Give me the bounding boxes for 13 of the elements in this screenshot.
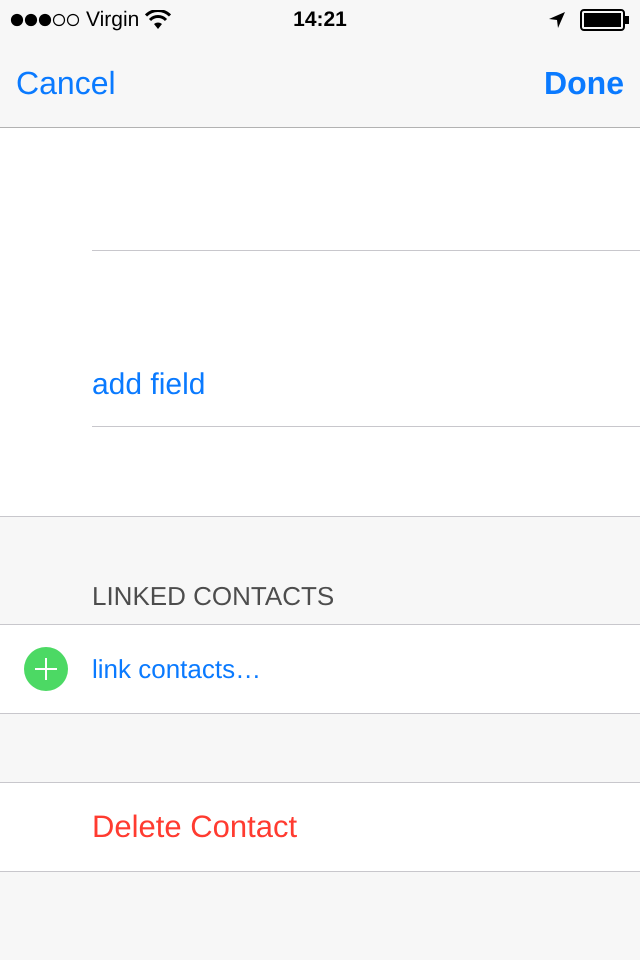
done-button[interactable]: Done	[544, 65, 624, 102]
signal-strength-icon	[10, 13, 80, 27]
link-contacts-button[interactable]: link contacts…	[92, 654, 262, 684]
delete-contact-button[interactable]: Delete Contact	[92, 809, 298, 845]
battery-icon	[580, 9, 630, 31]
clock-time: 14:21	[293, 8, 347, 32]
location-arrow-icon	[548, 11, 566, 29]
wifi-icon	[145, 10, 172, 30]
add-icon[interactable]	[24, 647, 68, 691]
add-field-button[interactable]: add field	[92, 368, 206, 402]
carrier-name: Virgin	[86, 8, 140, 32]
section-header: LINKED CONTACTS	[92, 581, 334, 612]
cancel-button[interactable]: Cancel	[16, 65, 116, 102]
